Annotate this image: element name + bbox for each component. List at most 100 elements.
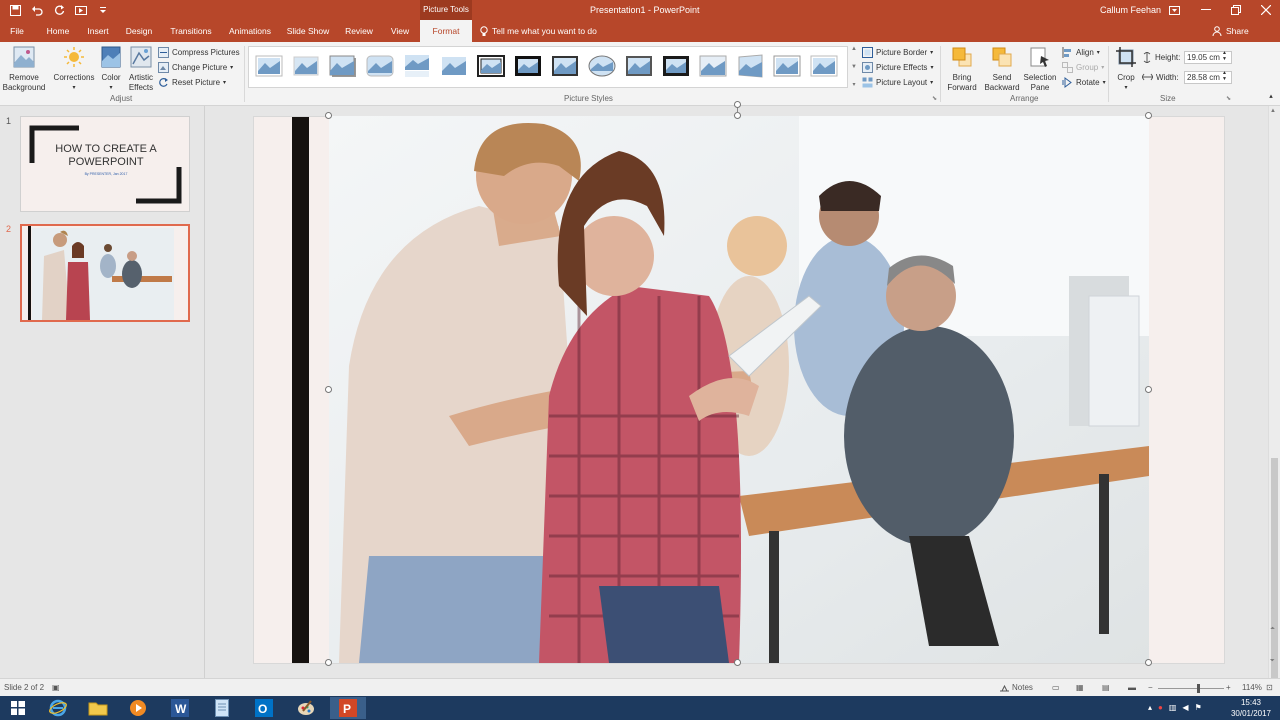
tray-flag-icon[interactable]: ⚑: [1195, 703, 1202, 712]
taskbar-word[interactable]: W: [162, 697, 198, 719]
tab-view[interactable]: View: [384, 20, 416, 42]
close-icon[interactable]: [1252, 0, 1280, 20]
group-button[interactable]: Group ▾: [1062, 60, 1104, 74]
tab-home[interactable]: Home: [40, 20, 76, 42]
rotate-handle[interactable]: [734, 101, 741, 108]
chevron-up-icon[interactable]: ▲: [851, 46, 857, 52]
start-from-beginning-icon[interactable]: [72, 2, 90, 18]
tab-insert[interactable]: Insert: [82, 20, 114, 42]
redo-icon[interactable]: [50, 2, 68, 18]
ribbon-display-options-icon[interactable]: [1160, 0, 1188, 20]
zoom-slider-knob[interactable]: [1196, 684, 1200, 693]
normal-view-icon[interactable]: ▭: [1052, 679, 1060, 697]
slide-sorter-icon[interactable]: ▦: [1076, 679, 1084, 697]
align-button[interactable]: Align ▾: [1062, 45, 1100, 59]
taskbar-outlook[interactable]: O: [246, 697, 282, 719]
taskbar-media-player[interactable]: [120, 697, 156, 719]
picture-style-center-shadow[interactable]: [810, 53, 838, 79]
resize-handle-top-right[interactable]: [1145, 112, 1152, 119]
height-spinner[interactable]: ▲ ▼: [1222, 50, 1227, 64]
tell-me-search[interactable]: Tell me what you want to do: [480, 20, 597, 42]
zoom-level[interactable]: 114%: [1242, 679, 1262, 697]
dialog-launcher-icon[interactable]: ⬊: [1226, 95, 1231, 102]
spell-check-icon[interactable]: ▣: [52, 679, 60, 697]
previous-slide-icon[interactable]: ⏶: [1270, 626, 1275, 633]
gallery-scroll[interactable]: ▲ ▼ ▾: [850, 46, 858, 88]
resize-handle-bottom-left[interactable]: [325, 659, 332, 666]
crop-button[interactable]: Crop ▾: [1112, 46, 1140, 93]
save-icon[interactable]: [6, 2, 24, 18]
undo-icon[interactable]: [28, 2, 46, 18]
resize-handle-right[interactable]: [1145, 386, 1152, 393]
reset-picture-button[interactable]: Reset Picture ▾: [158, 75, 226, 89]
zoom-out-icon[interactable]: −: [1148, 679, 1153, 697]
picture-style-rotated-white[interactable]: [773, 53, 801, 79]
notes-button[interactable]: Notes: [1000, 679, 1033, 697]
picture-style-double-frame[interactable]: [477, 53, 505, 79]
customize-toolbar-icon[interactable]: [94, 2, 112, 18]
picture-style-reflected[interactable]: [403, 53, 431, 79]
resize-handle-top-left[interactable]: [325, 112, 332, 119]
selected-picture[interactable]: [329, 116, 1149, 663]
fit-to-window-icon[interactable]: ⊡: [1266, 679, 1273, 697]
picture-style-oval[interactable]: [588, 53, 616, 79]
tab-transitions[interactable]: Transitions: [164, 20, 218, 42]
artistic-effects-button[interactable]: Artistic Effects: [126, 46, 156, 93]
more-icon[interactable]: ▾: [852, 81, 855, 88]
user-name[interactable]: Callum Feehan: [1100, 0, 1161, 20]
color-button[interactable]: Color ▾: [98, 46, 124, 93]
slide-show-icon[interactable]: ▬: [1128, 679, 1136, 697]
vertical-scrollbar[interactable]: ▲ ⏶ ⏷: [1268, 106, 1280, 720]
picture-style-rounded[interactable]: [366, 53, 394, 79]
picture-style-black-frame[interactable]: [662, 53, 690, 79]
picture-style-soft-rectangle[interactable]: [440, 53, 468, 79]
share-button[interactable]: Share: [1212, 20, 1249, 42]
taskbar-paint[interactable]: [288, 697, 324, 719]
reading-view-icon[interactable]: ▤: [1102, 679, 1110, 697]
chevron-up-icon[interactable]: ▲: [1270, 108, 1276, 114]
tab-slide-show[interactable]: Slide Show: [284, 20, 332, 42]
tray-app-icon[interactable]: ●: [1158, 703, 1163, 712]
chevron-down-icon[interactable]: ▼: [851, 64, 857, 70]
selection-pane-button[interactable]: Selection Pane: [1022, 46, 1058, 93]
restore-icon[interactable]: [1222, 0, 1250, 20]
tab-review[interactable]: Review: [338, 20, 380, 42]
zoom-slider[interactable]: [1158, 688, 1224, 689]
slide-thumbnail-1[interactable]: HOW TO CREATE A POWERPOINT By PRESENTER,…: [20, 116, 190, 212]
rotate-button[interactable]: Rotate ▾: [1062, 75, 1106, 89]
taskbar-file-explorer[interactable]: [80, 697, 116, 719]
start-button[interactable]: [0, 697, 36, 719]
picture-border-button[interactable]: Picture Border ▾: [862, 45, 933, 59]
zoom-in-icon[interactable]: +: [1226, 679, 1231, 697]
collapse-ribbon-icon[interactable]: ▴: [1266, 92, 1276, 102]
tab-format[interactable]: Format: [420, 20, 472, 42]
slide-thumbnail-2[interactable]: [20, 224, 190, 322]
send-backward-button[interactable]: Send Backward: [982, 46, 1022, 93]
picture-style-thick-black[interactable]: [514, 53, 542, 79]
tab-file[interactable]: File: [4, 20, 30, 42]
tab-animations[interactable]: Animations: [222, 20, 278, 42]
picture-style-shadow[interactable]: [329, 53, 357, 79]
picture-style-thin-black[interactable]: [551, 53, 579, 79]
width-spinner[interactable]: ▲ ▼: [1222, 70, 1227, 84]
taskbar-internet-explorer[interactable]: [40, 697, 76, 719]
tray-volume-icon[interactable]: ◀: [1182, 703, 1188, 712]
corrections-button[interactable]: Corrections ▾: [52, 46, 96, 93]
change-picture-button[interactable]: Change Picture ▾: [158, 60, 233, 74]
bring-forward-button[interactable]: Bring Forward: [943, 46, 981, 93]
minimize-icon[interactable]: [1192, 0, 1220, 20]
taskbar-powerpoint[interactable]: P: [330, 697, 366, 719]
picture-layout-button[interactable]: Picture Layout ▾: [862, 75, 933, 89]
resize-handle-top[interactable]: [734, 112, 741, 119]
picture-style-soft-edge[interactable]: [292, 53, 320, 79]
picture-style-perspective[interactable]: [736, 53, 764, 79]
compress-pictures-button[interactable]: Compress Pictures: [158, 45, 240, 59]
picture-style-simple-frame[interactable]: [255, 53, 283, 79]
resize-handle-bottom[interactable]: [734, 659, 741, 666]
tray-network-icon[interactable]: ▥: [1169, 703, 1177, 712]
tab-design[interactable]: Design: [120, 20, 158, 42]
picture-style-bevel[interactable]: [699, 53, 727, 79]
next-slide-icon[interactable]: ⏷: [1270, 658, 1275, 665]
resize-handle-left[interactable]: [325, 386, 332, 393]
picture-style-metal-frame[interactable]: [625, 53, 653, 79]
